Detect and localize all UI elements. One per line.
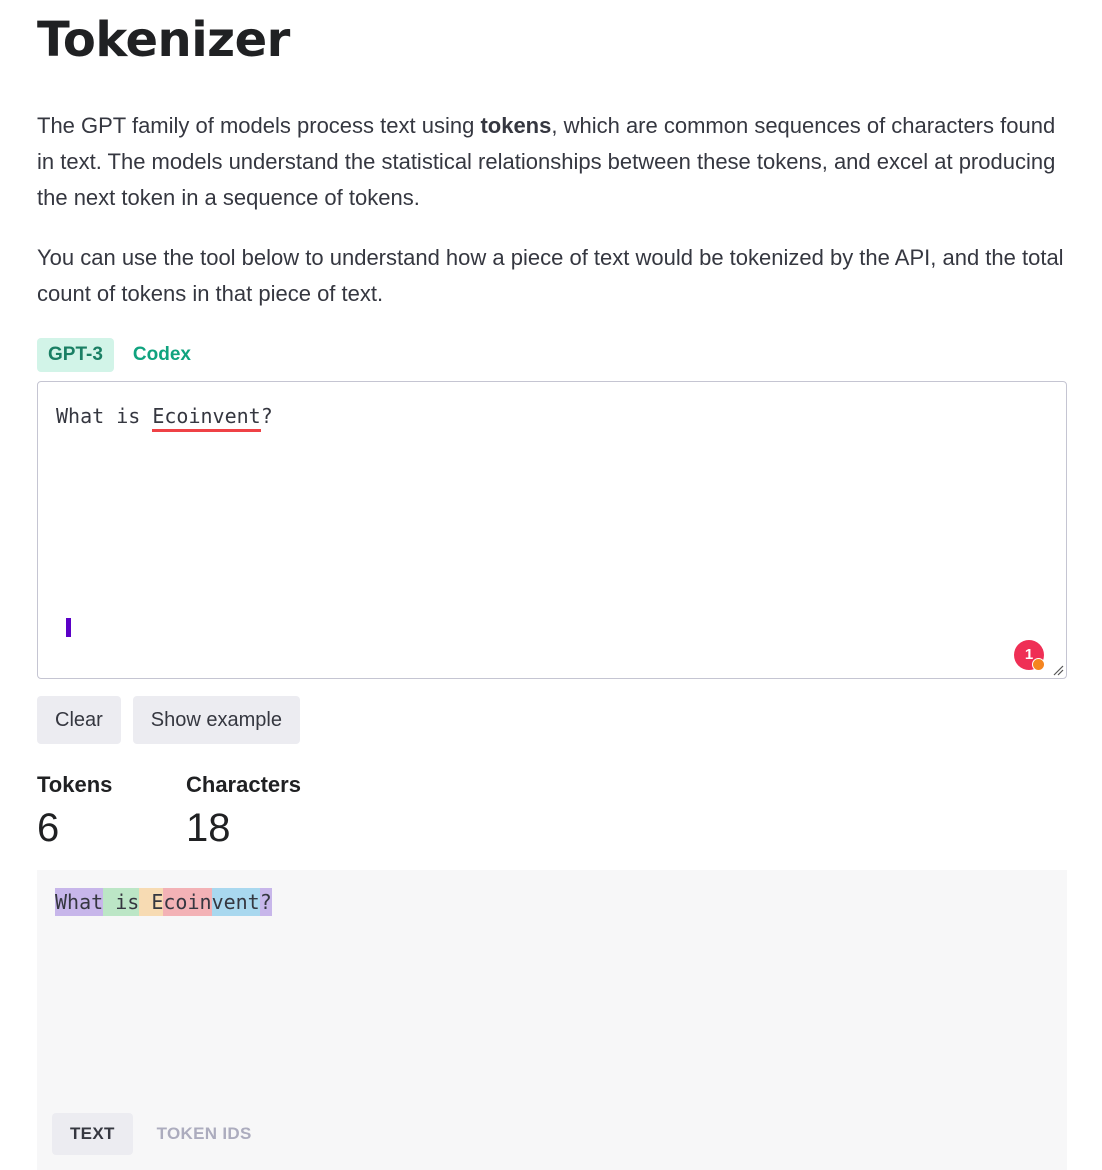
view-tabs: TEXT TOKEN IDS: [52, 1113, 270, 1155]
token-line: What is Ecoinvent?: [55, 888, 272, 916]
text-input[interactable]: What is Ecoinvent? 1: [37, 381, 1067, 679]
token-span: E: [139, 888, 164, 916]
page-title: Tokenizer: [37, 12, 290, 68]
intro-paragraph-1: The GPT family of models process text us…: [37, 108, 1067, 216]
action-buttons: Clear Show example: [37, 696, 300, 744]
characters-stat: Characters 18: [186, 770, 301, 854]
token-span: is: [103, 888, 140, 916]
text-caret: [66, 618, 71, 637]
resize-handle-icon[interactable]: [1052, 664, 1064, 676]
characters-count: 18: [186, 806, 231, 850]
clear-button[interactable]: Clear: [37, 696, 121, 744]
grammar-badge-icon[interactable]: 1: [1014, 640, 1045, 671]
misspelled-word[interactable]: Ecoinvent: [152, 404, 261, 432]
input-text-plain: ?: [260, 404, 273, 428]
intro-paragraph-2: You can use the tool below to understand…: [37, 245, 1064, 306]
tab-text[interactable]: TEXT: [52, 1113, 133, 1155]
token-span: coin: [163, 888, 212, 916]
tokens-count: 6: [37, 806, 60, 850]
characters-label: Characters: [186, 772, 301, 797]
grammar-status-dot: [1032, 658, 1045, 671]
tokenized-output: What is Ecoinvent? TEXT TOKEN IDS: [37, 870, 1067, 1170]
token-span: What: [55, 888, 104, 916]
token-span: vent: [211, 888, 260, 916]
model-tabs: GPT-3 Codex: [37, 338, 202, 372]
tab-gpt3[interactable]: GPT-3: [37, 338, 114, 372]
input-text-plain: What is: [56, 404, 153, 428]
tokens-stat: Tokens 6: [37, 770, 112, 854]
show-example-button[interactable]: Show example: [132, 696, 300, 744]
tab-codex[interactable]: Codex: [122, 338, 202, 372]
input-text[interactable]: What is Ecoinvent?: [56, 404, 273, 432]
token-span: ?: [259, 888, 272, 916]
intro-bold-tokens: tokens: [480, 113, 552, 138]
tab-token-ids[interactable]: TOKEN IDS: [139, 1113, 270, 1155]
intro-text: The GPT family of models process text us…: [37, 113, 481, 138]
tokens-label: Tokens: [37, 772, 113, 797]
